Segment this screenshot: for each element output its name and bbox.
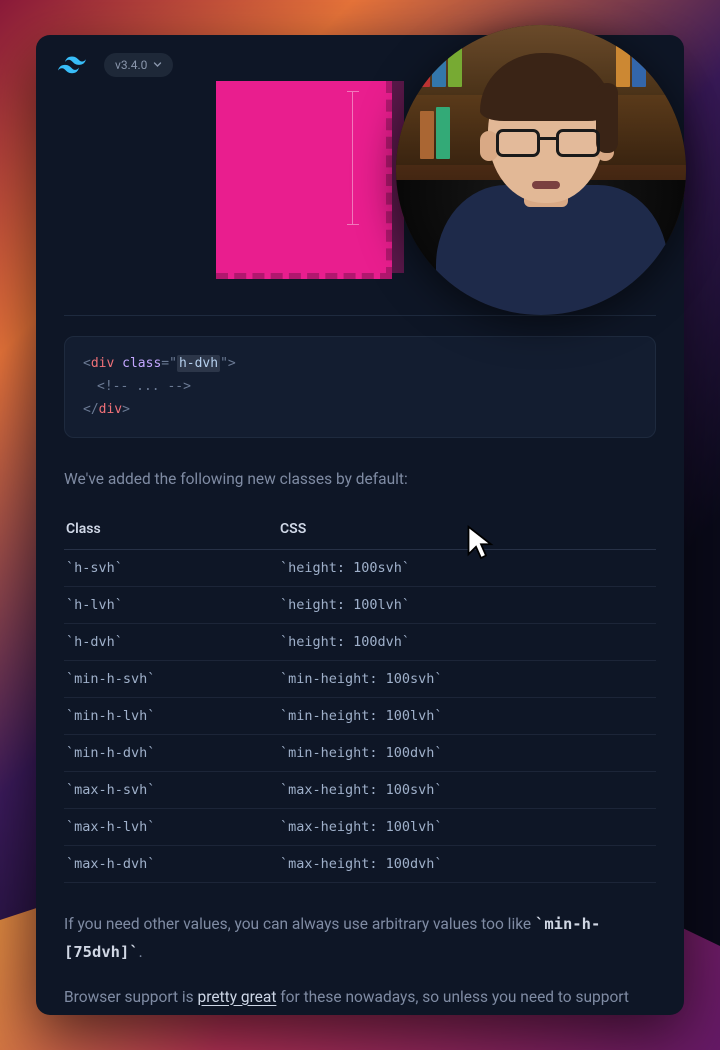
class-name-cell: `h-dvh` [64,624,278,661]
code-example[interactable]: <div class="h-dvh"> <!-- ... --> </div> [64,336,656,438]
table-header-css: CSS [278,521,656,550]
table-row: `max-h-lvh``max-height: 100lvh` [64,809,656,846]
css-value-cell: `min-height: 100svh` [278,661,656,698]
class-name-cell: `min-h-svh` [64,661,278,698]
section-divider [64,315,656,316]
css-value-cell: `height: 100dvh` [278,624,656,661]
css-value-cell: `max-height: 100lvh` [278,809,656,846]
tailwind-logo-icon [58,56,86,74]
css-value-cell: `height: 100lvh` [278,587,656,624]
arbitrary-values-paragraph: If you need other values, you can always… [64,911,656,965]
version-selector[interactable]: v3.4.0 [104,53,173,77]
browser-support-paragraph: Browser support is pretty great for thes… [64,984,656,1015]
webcam-overlay [396,25,686,315]
demo-measure-line [352,91,353,225]
css-value-cell: `min-height: 100dvh` [278,735,656,772]
css-value-cell: `height: 100svh` [278,550,656,587]
classes-table: Class CSS `h-svh``height: 100svh``h-lvh`… [64,521,656,883]
css-value-cell: `max-height: 100dvh` [278,846,656,883]
class-name-cell: `min-h-lvh` [64,698,278,735]
version-label: v3.4.0 [115,58,147,72]
css-value-cell: `min-height: 100lvh` [278,698,656,735]
table-row: `max-h-svh``max-height: 100svh` [64,772,656,809]
class-name-cell: `min-h-dvh` [64,735,278,772]
table-row: `min-h-svh``min-height: 100svh` [64,661,656,698]
table-header-class: Class [64,521,278,550]
class-name-cell: `max-h-svh` [64,772,278,809]
class-name-cell: `max-h-dvh` [64,846,278,883]
class-name-cell: `h-svh` [64,550,278,587]
chevron-down-icon [153,58,162,72]
table-row: `min-h-dvh``min-height: 100dvh` [64,735,656,772]
css-value-cell: `max-height: 100svh` [278,772,656,809]
table-row: `max-h-dvh``max-height: 100dvh` [64,846,656,883]
intro-paragraph: We've added the following new classes by… [64,466,656,493]
class-name-cell: `max-h-lvh` [64,809,278,846]
browser-support-link[interactable]: pretty great [198,988,277,1006]
table-row: `min-h-lvh``min-height: 100lvh` [64,698,656,735]
table-row: `h-svh``height: 100svh` [64,550,656,587]
demo-phone-viewport [216,81,392,279]
table-row: `h-dvh``height: 100dvh` [64,624,656,661]
class-name-cell: `h-lvh` [64,587,278,624]
table-row: `h-lvh``height: 100lvh` [64,587,656,624]
